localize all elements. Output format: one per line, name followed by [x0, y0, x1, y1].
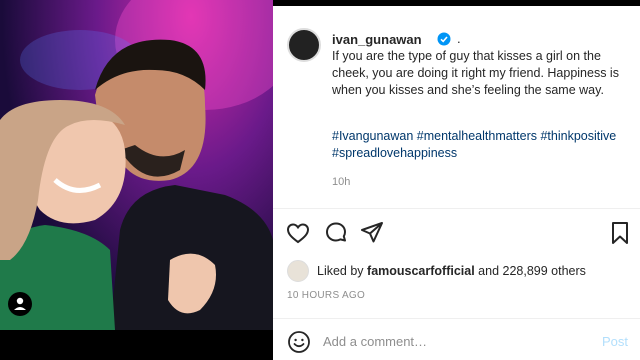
post-caption: If you are the type of guy that kisses a…: [332, 49, 619, 97]
comment-bar: Add a comment… Post: [273, 324, 640, 360]
author-username[interactable]: ivan_gunawan: [332, 32, 422, 47]
post-photo[interactable]: [0, 0, 273, 330]
liked-by-prefix: Liked by: [317, 264, 368, 278]
comment-icon[interactable]: [323, 220, 349, 246]
post-timestamp[interactable]: 10 HOURS AGO: [287, 290, 365, 301]
post-hashtags[interactable]: #Ivangunawan #mentalhealthmatters #think…: [332, 128, 632, 162]
top-edge: [273, 0, 640, 6]
share-icon[interactable]: [359, 220, 385, 246]
likes-row: Liked by famouscarfofficial and 228,899 …: [287, 260, 586, 282]
likes-summary[interactable]: Liked by famouscarfofficial and 228,899 …: [317, 264, 586, 278]
heart-icon[interactable]: [285, 220, 311, 246]
bookmark-icon[interactable]: [607, 220, 633, 246]
caption-time: 10h: [332, 176, 351, 188]
divider: [273, 208, 640, 209]
post-sidebar: ivan_gunawan . If you are the type of gu…: [273, 0, 640, 360]
action-bar: [273, 220, 640, 250]
comment-input[interactable]: Add a comment…: [323, 334, 427, 349]
liked-by-avatar[interactable]: [287, 260, 309, 282]
username-dot: .: [457, 31, 461, 46]
post-comment-button[interactable]: Post: [602, 334, 628, 349]
user-tag-button[interactable]: [8, 292, 32, 316]
liked-by-user[interactable]: famouscarfofficial: [367, 264, 475, 278]
verified-badge-icon: [437, 32, 451, 46]
post-header: [287, 28, 321, 62]
emoji-icon[interactable]: [287, 330, 311, 354]
instagram-post-viewer: ivan_gunawan . If you are the type of gu…: [0, 0, 640, 360]
photo-illustration: [0, 0, 273, 330]
liked-by-suffix[interactable]: and 228,899 others: [475, 264, 586, 278]
divider: [273, 318, 640, 319]
author-avatar[interactable]: [287, 28, 321, 62]
user-tag-icon: [14, 297, 26, 310]
